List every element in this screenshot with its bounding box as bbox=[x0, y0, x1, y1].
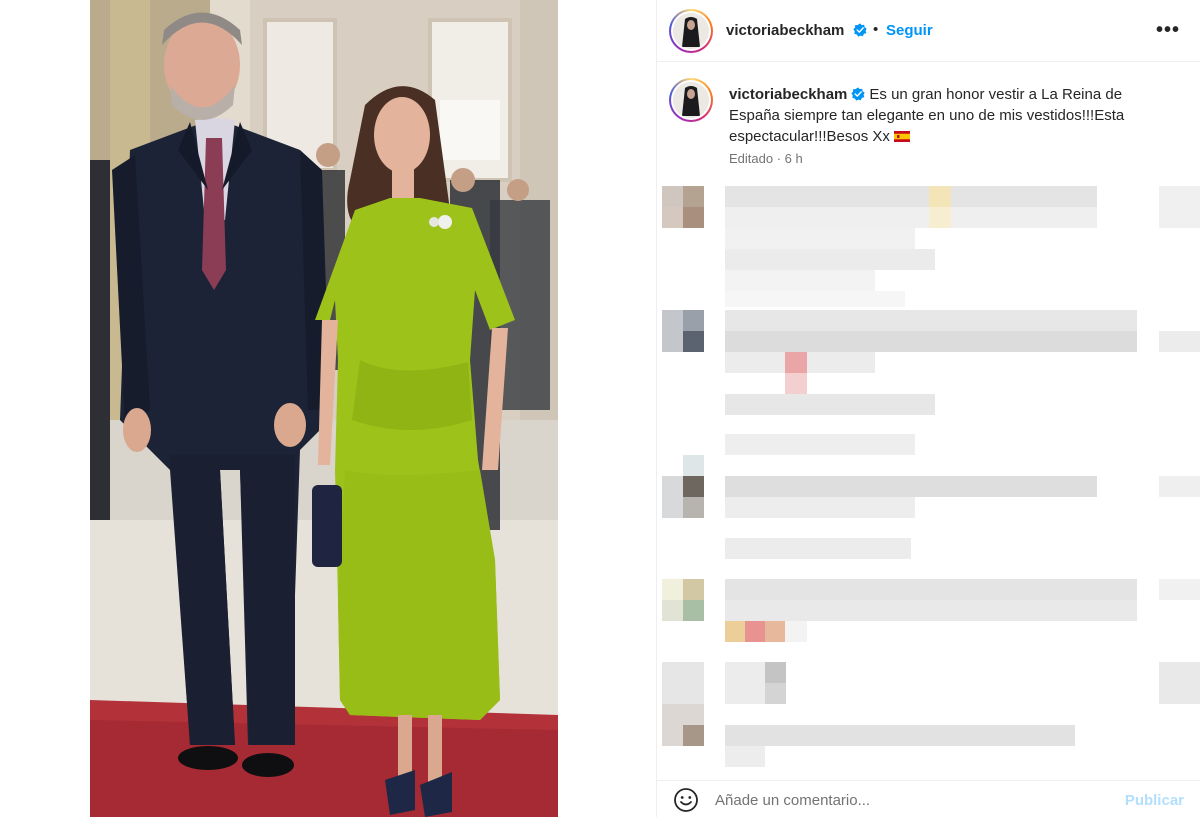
more-options-icon[interactable]: ••• bbox=[1156, 20, 1180, 40]
spain-flag-icon bbox=[893, 131, 910, 142]
post-meta: Editado · 6 h bbox=[729, 151, 803, 166]
post-header: victoriabeckham • Seguir ••• bbox=[657, 0, 1200, 62]
comment-composer: Publicar bbox=[657, 780, 1200, 817]
publish-button[interactable]: Publicar bbox=[1125, 792, 1184, 809]
avatar-photo bbox=[673, 13, 709, 49]
emoji-icon[interactable] bbox=[673, 787, 699, 813]
post-side-panel: victoriabeckham • Seguir ••• victoriabec bbox=[657, 0, 1200, 817]
author-avatar[interactable] bbox=[669, 9, 713, 53]
post-media-panel bbox=[0, 0, 656, 817]
caption-avatar[interactable] bbox=[669, 78, 713, 122]
comments-list bbox=[657, 172, 1200, 772]
comment-input[interactable] bbox=[715, 787, 1095, 813]
caption-username[interactable]: victoriabeckham bbox=[729, 86, 847, 103]
avatar-photo bbox=[673, 82, 709, 118]
caption-text: victoriabeckham Es un gran honor vestir … bbox=[729, 84, 1159, 147]
follow-button[interactable]: Seguir bbox=[886, 22, 933, 39]
separator-dot: • bbox=[873, 21, 879, 38]
post-photo[interactable] bbox=[90, 0, 558, 817]
verified-badge-icon bbox=[853, 23, 867, 37]
author-username[interactable]: victoriabeckham bbox=[726, 22, 844, 39]
post-caption: victoriabeckham Es un gran honor vestir … bbox=[657, 62, 1200, 172]
verified-badge-icon bbox=[851, 87, 866, 101]
